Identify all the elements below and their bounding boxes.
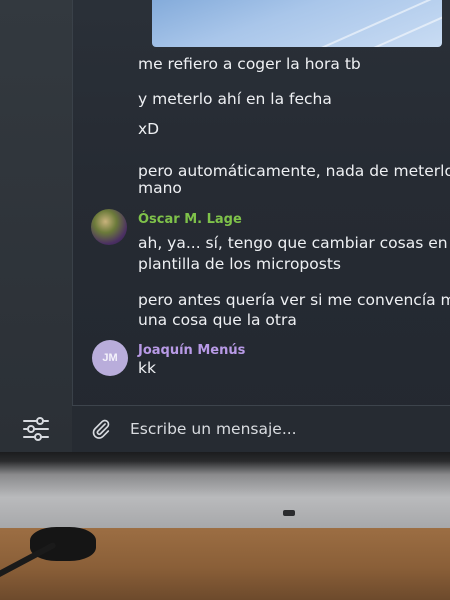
message-text: y meterlo ahí en la fecha bbox=[138, 90, 332, 108]
message-text: kk bbox=[138, 359, 156, 377]
message-input[interactable]: Escribe un mensaje... bbox=[130, 420, 297, 438]
chat-screen: me refiero a coger la hora tb y meterlo … bbox=[0, 0, 450, 452]
image-attachment-preview[interactable] bbox=[152, 0, 442, 47]
message-text-line: pero automáticamente, nada de meterlo a bbox=[138, 162, 450, 180]
sliders-icon[interactable] bbox=[22, 414, 50, 444]
sender-name[interactable]: Óscar M. Lage bbox=[138, 212, 242, 227]
left-pane bbox=[0, 0, 73, 452]
laptop-bezel bbox=[0, 452, 450, 528]
avatar[interactable] bbox=[91, 209, 127, 245]
message-text-line: pero antes quería ver si me convencía má… bbox=[138, 291, 450, 309]
laptop-notch bbox=[283, 510, 295, 516]
paperclip-icon[interactable] bbox=[90, 418, 112, 440]
message-text: xD bbox=[138, 120, 160, 138]
avatar[interactable]: JM bbox=[92, 340, 128, 376]
message-text-line: una cosa que la otra bbox=[138, 311, 297, 329]
message-text-line: ah, ya... sí, tengo que cambiar cosas en… bbox=[138, 234, 450, 252]
message-composer: Escribe un mensaje... bbox=[72, 405, 450, 452]
cable-plug bbox=[30, 527, 96, 561]
message-text-line: plantilla de los microposts bbox=[138, 255, 341, 273]
message-text-line: mano bbox=[138, 179, 182, 197]
message-text: me refiero a coger la hora tb bbox=[138, 55, 361, 73]
sender-name[interactable]: Joaquín Menús bbox=[138, 343, 245, 358]
